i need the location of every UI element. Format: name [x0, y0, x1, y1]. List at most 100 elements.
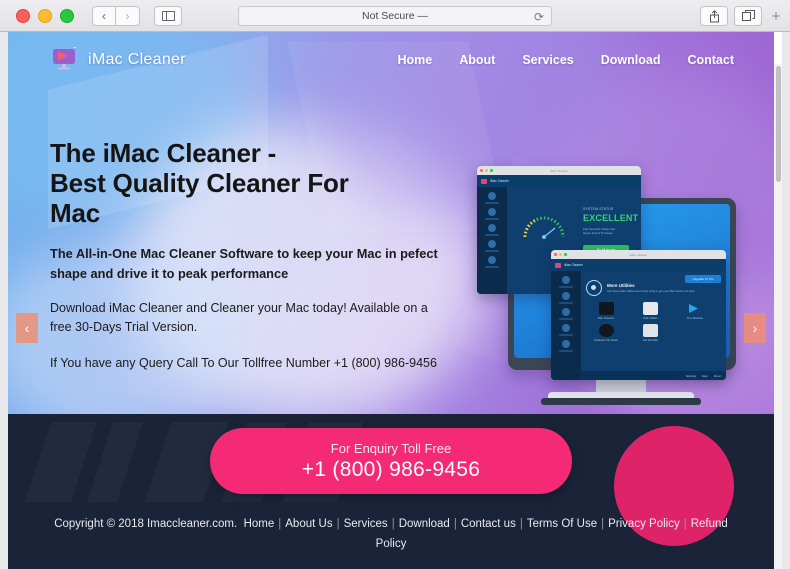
- utility-item[interactable]: Time Machine: [675, 302, 715, 320]
- page-scrollbar[interactable]: [774, 64, 782, 569]
- web-page: iMac Cleaner Home About Services Downloa…: [8, 32, 774, 569]
- navigation-buttons: ‹ ›: [92, 5, 140, 26]
- footer-separator: |: [336, 518, 340, 530]
- site-logo[interactable]: iMac Cleaner: [50, 44, 186, 73]
- app-window-titlebar: iMac Cleaner: [551, 250, 726, 259]
- file-shredder-icon: [642, 324, 658, 337]
- utility-label: File Shredder: [642, 339, 659, 342]
- footer-link-contact-us[interactable]: Contact us: [461, 518, 516, 530]
- app-brand-text: iMac Cleaner: [490, 179, 509, 183]
- hero-copy: The iMac Cleaner - Best Quality Cleaner …: [50, 138, 450, 373]
- heading-line-2: Best Quality Cleaner For: [50, 168, 349, 199]
- main-navigation: Home About Services Download Contact: [397, 53, 734, 67]
- scrollbar-thumb[interactable]: [775, 66, 781, 182]
- sidebar-icon-file-shredder: [559, 308, 573, 320]
- sidebar-icon-uninstaller: [559, 324, 573, 336]
- new-tab-button[interactable]: +: [768, 9, 784, 24]
- app-sidebar: [477, 187, 507, 294]
- footer-link-terms-of-use[interactable]: Terms Of Use: [527, 518, 597, 530]
- app-footer-about[interactable]: About: [714, 374, 721, 378]
- upgrade-to-pro-button[interactable]: Upgrade To Pro: [685, 275, 721, 283]
- footer-link-services[interactable]: Services: [344, 518, 388, 530]
- footer-link-about-us[interactable]: About Us: [285, 518, 332, 530]
- nav-item-home[interactable]: Home: [397, 53, 432, 67]
- nav-item-contact[interactable]: Contact: [687, 53, 734, 67]
- footer-link-home[interactable]: Home: [244, 518, 275, 530]
- sidebar-icon-more-utilities: [559, 340, 573, 352]
- address-bar[interactable]: Not Secure — ⟳: [238, 6, 552, 26]
- share-icon: [709, 9, 719, 22]
- carousel-next-button[interactable]: ›: [744, 313, 766, 343]
- monitor-stand-foot: [541, 398, 701, 405]
- forward-button[interactable]: ›: [116, 5, 140, 26]
- back-button[interactable]: ‹: [92, 5, 116, 26]
- tab-overview-button[interactable]: [734, 6, 762, 26]
- sidebar-icon-file-shredder: [485, 224, 499, 236]
- utility-item[interactable]: File Shredder: [630, 324, 670, 342]
- app-brandbar: iMac Cleaner: [477, 175, 641, 187]
- toll-free-cta-button[interactable]: For Enquiry Toll Free +1 (800) 986-9456: [210, 428, 572, 494]
- hero-section: iMac Cleaner Home About Services Downloa…: [8, 32, 774, 414]
- sidebar-toggle-button[interactable]: [154, 5, 182, 26]
- utility-item[interactable]: Disk Inspector: [586, 302, 626, 320]
- footer-link-privacy-policy[interactable]: Privacy Policy: [608, 518, 680, 530]
- app-logo-icon: [555, 262, 561, 268]
- disk-utilities-icon: [642, 302, 658, 315]
- hero-product-image: iMac Cleaner iMac Cleaner SYSTEM STATUS …: [463, 140, 748, 414]
- nav-item-download[interactable]: Download: [601, 53, 661, 67]
- utility-item-empty: [675, 324, 715, 342]
- footer-link-download[interactable]: Download: [399, 518, 450, 530]
- share-button[interactable]: [700, 6, 728, 26]
- footer-separator: |: [278, 518, 282, 530]
- utility-label: Disk Inspector: [597, 317, 615, 320]
- footer-links: Copyright © 2018 Imaccleaner.com. Home | A…: [8, 514, 774, 554]
- app-window-title: iMac Cleaner: [629, 252, 648, 257]
- system-status-label: SYSTEM STATUS: [583, 207, 614, 211]
- app-body: Upgrade To Pro More Utilities Use these …: [551, 271, 726, 380]
- page-viewport: iMac Cleaner Home About Services Downloa…: [8, 32, 782, 569]
- browser-toolbar: ‹ › Not Secure — ⟳ +: [0, 0, 790, 32]
- sidebar-icon-dashboard: [485, 192, 499, 204]
- app-brand-text: iMac Cleaner: [564, 263, 583, 267]
- sidebar-icon-more-utilities: [485, 256, 499, 268]
- site-logo-text: iMac Cleaner: [88, 51, 186, 68]
- status-meta-line-2: Issues Found 37 Issues: [583, 231, 613, 236]
- utility-item[interactable]: Disk Utilities: [630, 302, 670, 320]
- minimize-window-button[interactable]: [38, 8, 52, 23]
- maximize-window-button[interactable]: [60, 8, 74, 23]
- nav-item-about[interactable]: About: [459, 53, 495, 67]
- disk-inspector-icon: [598, 302, 614, 315]
- watermark-shape: [87, 422, 143, 502]
- reload-icon[interactable]: ⟳: [534, 10, 544, 24]
- footer-separator: |: [391, 518, 395, 530]
- sidebar-icon-system-status: [485, 208, 499, 220]
- hero-paragraph-1: Download iMac Cleaner and Cleaner your M…: [50, 300, 428, 335]
- cta-label: For Enquiry Toll Free: [330, 440, 452, 456]
- app-sidebar: [551, 271, 581, 380]
- heading-line-3: Mac: [50, 198, 100, 229]
- page-title: The iMac Cleaner - Best Quality Cleaner …: [50, 138, 450, 228]
- footer-separator: |: [601, 518, 605, 530]
- footer-separator: |: [519, 518, 523, 530]
- nav-item-services[interactable]: Services: [522, 53, 573, 67]
- app-footer-settings[interactable]: Settings: [686, 374, 696, 378]
- gear-icon: [586, 280, 602, 296]
- app-main-panel: Upgrade To Pro More Utilities Use these …: [581, 271, 726, 380]
- tab-overview-icon: [741, 10, 755, 21]
- copyright-text: Copyright © 2018 Imaccleaner.com.: [54, 518, 238, 530]
- footer-section: For Enquiry Toll Free +1 (800) 986-9456 …: [8, 414, 774, 569]
- app-window-titlebar: iMac Cleaner: [477, 166, 641, 175]
- system-status-value: EXCELLENT: [583, 213, 639, 223]
- app-window-title: iMac Cleaner: [550, 168, 568, 173]
- utilities-title: More Utilities: [607, 282, 635, 288]
- carousel-prev-button[interactable]: ‹: [16, 313, 38, 343]
- cta-phone-number: +1 (800) 986-9456: [301, 457, 481, 481]
- utility-label: Disk Utilities: [643, 317, 658, 320]
- footer-separator: |: [453, 518, 457, 530]
- watermark-shape: [25, 422, 97, 502]
- utility-item[interactable]: Duplicate File Finder: [586, 324, 626, 342]
- utilities-grid: Disk Inspector Disk Utilities Time Machi…: [586, 302, 721, 342]
- close-window-button[interactable]: [16, 8, 30, 23]
- site-header: iMac Cleaner Home About Services Downloa…: [8, 32, 774, 88]
- app-footer-help[interactable]: Help: [702, 374, 708, 378]
